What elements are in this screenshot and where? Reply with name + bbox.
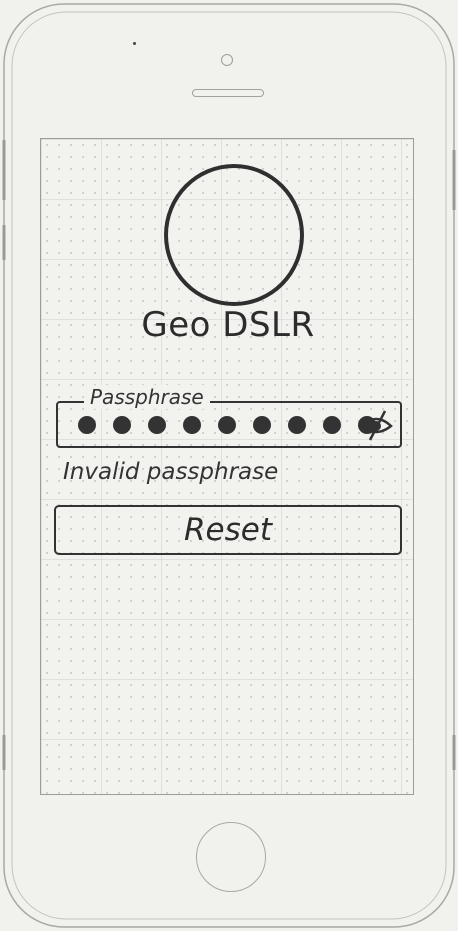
passphrase-label: Passphrase xyxy=(84,385,210,409)
screen: Geo DSLR Passphrase Invalid passphrase R… xyxy=(40,138,414,795)
camera-icon xyxy=(133,42,136,45)
masked-char-dot xyxy=(288,416,306,434)
error-message: Invalid passphrase xyxy=(63,459,279,485)
masked-char-dot xyxy=(148,416,166,434)
front-sensor-icon xyxy=(221,54,233,66)
home-button[interactable] xyxy=(196,822,266,892)
masked-char-dot xyxy=(218,416,236,434)
masked-char-dot xyxy=(113,416,131,434)
passphrase-field[interactable]: Passphrase xyxy=(56,385,402,448)
speaker-grille xyxy=(192,89,264,97)
masked-char-dot xyxy=(253,416,271,434)
app-title: Geo DSLR xyxy=(141,305,315,345)
eye-slash-icon[interactable] xyxy=(358,408,394,442)
reset-button[interactable]: Reset xyxy=(54,505,402,555)
masked-char-dot xyxy=(323,416,341,434)
phone-frame: Geo DSLR Passphrase Invalid passphrase R… xyxy=(0,0,458,931)
masked-char-dot xyxy=(78,416,96,434)
masked-passphrase-value xyxy=(78,416,376,434)
masked-char-dot xyxy=(183,416,201,434)
app-logo-placeholder xyxy=(164,164,304,306)
